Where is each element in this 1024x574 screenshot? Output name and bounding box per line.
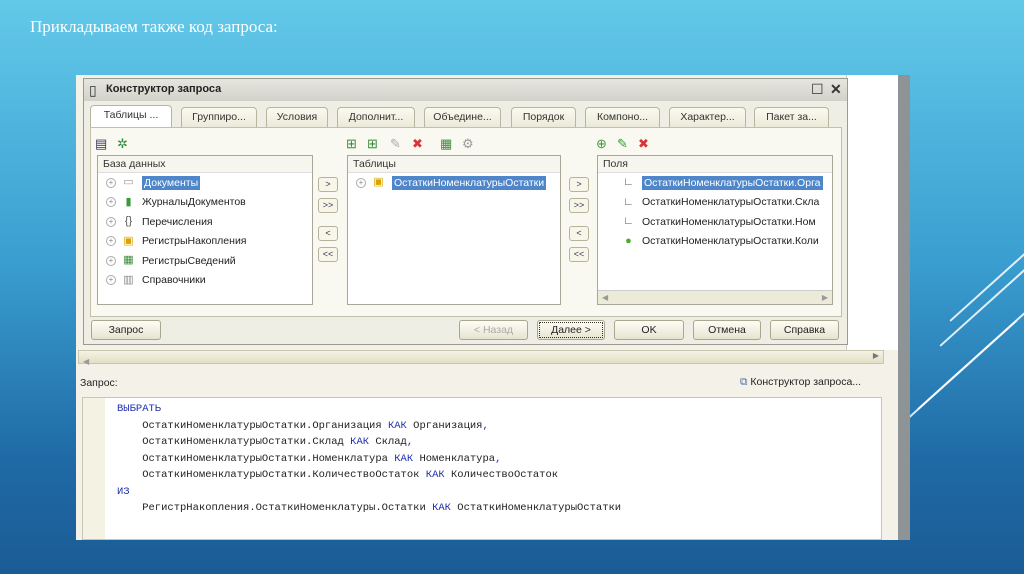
- move-left-button[interactable]: <: [569, 226, 589, 241]
- tab-composition[interactable]: Компоно...: [585, 107, 660, 127]
- code-text: ОстаткиНоменклатурыОстатки.Организация: [117, 419, 388, 432]
- code-line: ОстаткиНоменклатурыОстатки.Номенклатура …: [117, 453, 501, 465]
- fields-list: Поля ∟ ОстаткиНоменклатурыОстатки.Орга ∟ О…: [597, 155, 833, 305]
- tab-conditions[interactable]: Условия: [266, 107, 328, 127]
- cancel-button[interactable]: Отмена: [693, 320, 761, 340]
- tab-unions[interactable]: Объедине...: [424, 107, 501, 127]
- code-keyword: ВЫБРАТЬ: [117, 403, 162, 415]
- add-field-icon[interactable]: ⊕: [596, 136, 607, 152]
- edit-icon[interactable]: ✎: [390, 136, 401, 152]
- code-keyword: КАК: [387, 419, 407, 432]
- code-line: ОстаткиНоменклатурыОстатки.Организация К…: [117, 420, 489, 432]
- code-text: ОстаткиНоменклатурыОстатки.Номенклатура: [117, 452, 395, 465]
- tab-additional[interactable]: Дополнит...: [337, 107, 415, 127]
- code-text: Номенклатура: [413, 452, 496, 465]
- database-header: База данных: [98, 156, 312, 173]
- code-keyword: ИЗ: [117, 485, 130, 498]
- move-left-button[interactable]: <: [318, 226, 338, 241]
- code-line: ОстаткиНоменклатурыОстатки.Склад КАК Скл…: [117, 436, 413, 448]
- back-button[interactable]: < Назад: [459, 320, 528, 340]
- list-item[interactable]: +{} Перечисления: [98, 212, 312, 232]
- move-all-right-button[interactable]: >>: [569, 198, 589, 213]
- list-item[interactable]: + ▭ Документы: [98, 173, 312, 193]
- constructor-icon: ⧉: [740, 376, 748, 388]
- editor-gutter: [83, 398, 105, 539]
- tab-batch[interactable]: Пакет за...: [754, 107, 829, 127]
- code-text: ОстаткиНоменклатурыОстатки: [450, 502, 622, 514]
- screenshot: Конструктор запроса ▯ ☐ ✕ Таблицы ... Гр…: [76, 75, 910, 540]
- code-text: РегистрНакопления.ОстаткиНоменклатуры.Ос…: [117, 502, 433, 514]
- code-keyword: КАК: [425, 469, 445, 481]
- maximize-icon[interactable]: ☐: [811, 81, 824, 98]
- list-item[interactable]: ∟ ОстаткиНоменклатурыОстатки.Орга: [598, 173, 832, 193]
- code-line: ВЫБРАТЬ: [117, 403, 161, 415]
- code-keyword: КАК: [432, 502, 451, 514]
- add-table-icon[interactable]: ⊞: [346, 136, 357, 152]
- help-button[interactable]: Справка: [770, 320, 839, 340]
- query-label: Запрос:: [80, 377, 118, 389]
- tab-order[interactable]: Порядок: [511, 107, 576, 127]
- list-item[interactable]: + ▥ Справочники: [98, 271, 312, 291]
- list-item[interactable]: ∟ ОстаткиНоменклатурыОстатки.Скла: [598, 193, 832, 213]
- tab-characteristics[interactable]: Характер...: [669, 107, 746, 127]
- tab-tables[interactable]: Таблицы ...: [90, 105, 172, 127]
- move-right-button[interactable]: >: [569, 177, 589, 192]
- list-view-icon[interactable]: ▤: [95, 136, 107, 152]
- list-item[interactable]: ∟ ОстаткиНоменклатурыОстатки.Ном: [598, 212, 832, 232]
- add-nested-icon[interactable]: ⊞: [367, 136, 378, 152]
- code-text: ОстаткиНоменклатурыОстатки.Склад: [117, 436, 351, 448]
- tab-grouping[interactable]: Группиро...: [181, 107, 257, 127]
- move-all-left-button[interactable]: <<: [318, 247, 338, 262]
- query-text-editor[interactable]: ВЫБРАТЬ ОстаткиНоменклатурыОстатки.Орган…: [82, 397, 882, 540]
- move-all-left-button[interactable]: <<: [569, 247, 589, 262]
- move-all-right-button[interactable]: >>: [318, 198, 338, 213]
- code-text: Организация: [406, 419, 483, 432]
- window-border: [898, 75, 910, 540]
- code-text: КоличествоОстаток: [444, 469, 559, 481]
- code-keyword: ,: [482, 419, 489, 432]
- tables-header: Таблицы: [348, 156, 560, 173]
- edit-field-icon[interactable]: ✎: [617, 136, 628, 152]
- database-list: База данных + ▭ Документы + ▮ ЖурналыДокумен…: [97, 155, 313, 305]
- list-item[interactable]: + ▣ РегистрыНакопления: [98, 232, 312, 252]
- code-keyword: КАК: [394, 452, 414, 465]
- decor-line: [917, 307, 1024, 410]
- slide-title: Прикладываем также код запроса:: [30, 17, 278, 36]
- delete-field-icon[interactable]: ✖: [638, 136, 649, 152]
- list-item[interactable]: + ▣ ОстаткиНоменклатурыОстатки: [348, 173, 560, 193]
- code-text: ОстаткиНоменклатурыОстатки.КоличествоОст…: [117, 469, 426, 481]
- replace-table-icon[interactable]: ▦: [440, 136, 452, 152]
- ok-button[interactable]: OK: [614, 320, 684, 340]
- tables-list: Таблицы + ▣ ОстаткиНоменклатурыОстатки: [347, 155, 561, 305]
- fields-header: Поля: [598, 156, 832, 173]
- list-item[interactable]: + ▮ ЖурналыДокументов: [98, 193, 312, 213]
- query-button[interactable]: Запрос: [91, 320, 161, 340]
- fields-horizontal-scrollbar[interactable]: ◀ ▶: [598, 290, 832, 304]
- code-keyword: ,: [406, 436, 414, 448]
- code-keyword: КАК: [350, 436, 370, 448]
- code-line: ОстаткиНоменклатурыОстатки.КоличествоОст…: [117, 469, 558, 481]
- move-right-button[interactable]: >: [318, 177, 338, 192]
- decor-line: [939, 264, 1024, 347]
- list-item[interactable]: ● ОстаткиНоменклатурыОстатки.Коли: [598, 232, 832, 252]
- query-constructor-link[interactable]: ⧉ Конструктор запроса...: [740, 376, 861, 389]
- list-item[interactable]: + ▦ РегистрыСведений: [98, 251, 312, 271]
- settings-icon[interactable]: ⚙: [462, 136, 474, 152]
- delete-icon[interactable]: ✖: [412, 136, 423, 152]
- code-text: Склад: [369, 436, 407, 448]
- dialog-title: Конструктор запроса: [84, 79, 847, 101]
- query-constructor-dialog: Конструктор запроса ▯ ☐ ✕ Таблицы ... Гр…: [83, 78, 848, 345]
- refresh-icon[interactable]: ✲: [117, 136, 128, 152]
- code-line: ИЗ: [117, 486, 130, 498]
- horizontal-scrollbar[interactable]: ◀ ▶: [78, 350, 884, 366]
- window-icon: ▯: [89, 82, 97, 98]
- next-button[interactable]: Далее >: [537, 320, 605, 340]
- code-keyword: ,: [495, 452, 502, 465]
- close-icon[interactable]: ✕: [830, 81, 842, 98]
- code-line: РегистрНакопления.ОстаткиНоменклатуры.Ос…: [117, 502, 621, 514]
